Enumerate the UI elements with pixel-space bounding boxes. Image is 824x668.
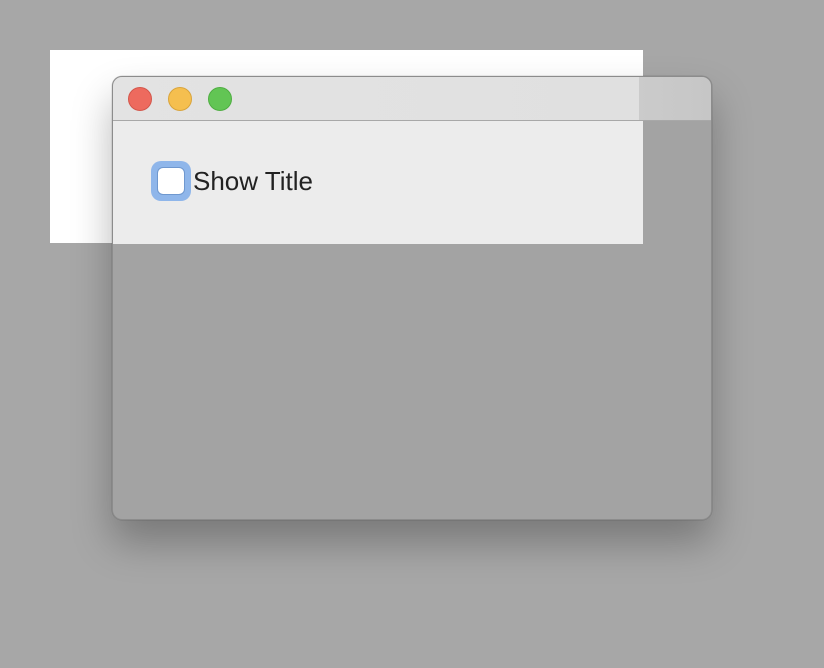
minimize-button[interactable] (168, 87, 192, 111)
zoom-button[interactable] (208, 87, 232, 111)
title-bar[interactable] (113, 77, 711, 121)
content-area: Show Title (113, 121, 643, 244)
close-button[interactable] (128, 87, 152, 111)
show-title-checkbox[interactable]: Show Title (151, 161, 313, 201)
show-title-label[interactable]: Show Title (193, 161, 313, 201)
checkbox-focus-ring[interactable] (151, 161, 191, 201)
app-window: Show Title (112, 76, 712, 520)
checkbox-box[interactable] (157, 167, 185, 195)
